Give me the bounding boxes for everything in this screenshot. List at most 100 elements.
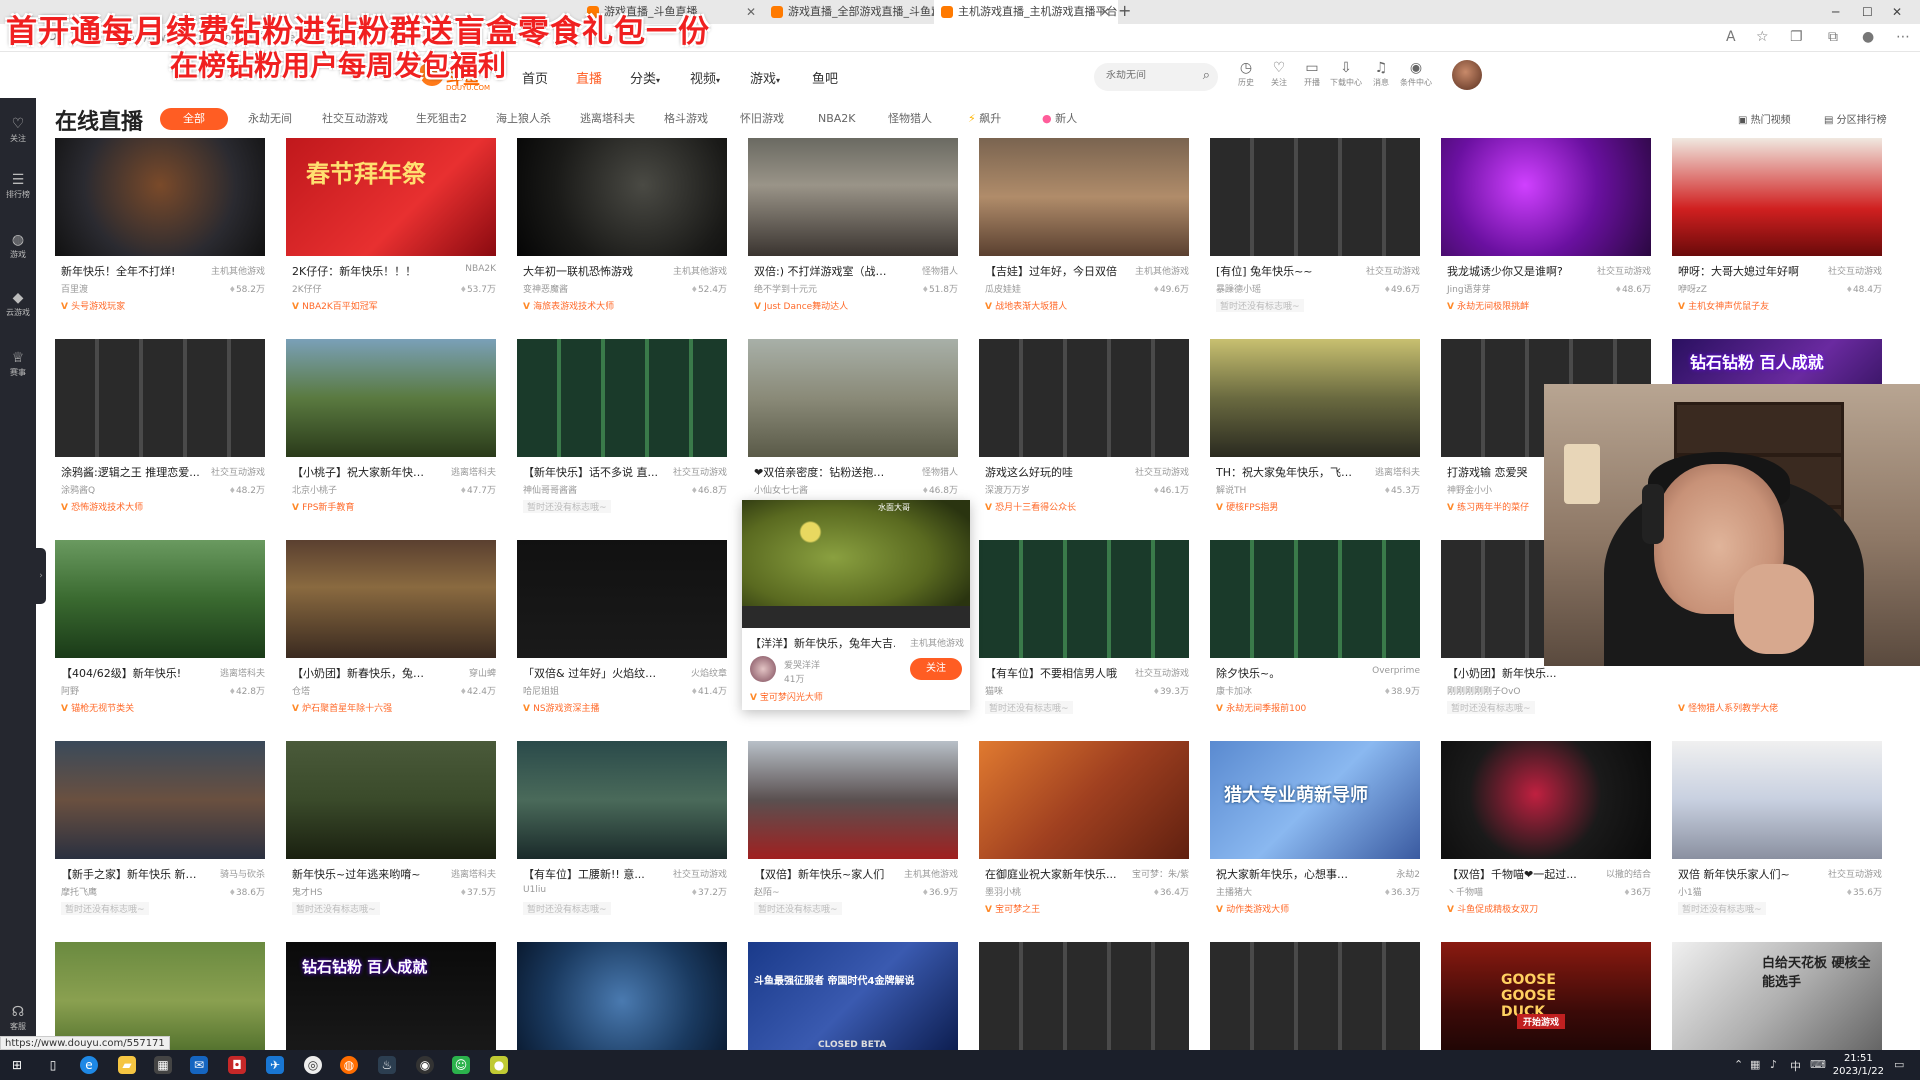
live-thumbnail[interactable]	[517, 138, 727, 256]
firefox-icon[interactable]: ◍	[340, 1056, 358, 1074]
live-thumbnail[interactable]	[1210, 942, 1420, 1050]
live-thumbnail[interactable]	[979, 540, 1189, 658]
live-thumbnail[interactable]: 白给天花板 硬核全能选手	[1672, 942, 1882, 1050]
app-icon[interactable]: ●	[490, 1056, 508, 1074]
streamer-name[interactable]: 爱哭洋洋	[784, 658, 820, 671]
streamer-name[interactable]: 解说TH	[1216, 483, 1246, 496]
live-thumbnail[interactable]	[286, 339, 496, 457]
category-chip-all[interactable]: 全部	[160, 108, 228, 130]
live-thumbnail[interactable]	[55, 741, 265, 859]
live-thumbnail[interactable]	[517, 540, 727, 658]
streamer-avatar[interactable]	[750, 656, 776, 682]
store-icon[interactable]: ▦	[154, 1056, 172, 1074]
live-thumbnail[interactable]	[1441, 741, 1651, 859]
browser-tab-active[interactable]: 主机游戏直播_主机游戏直播平台 ✕	[934, 0, 1118, 24]
messages-button[interactable]: ♫ 消息	[1361, 60, 1401, 88]
mail-icon[interactable]: ✉	[190, 1056, 208, 1074]
live-thumbnail[interactable]: 春节拜年祭	[286, 138, 496, 256]
live-thumbnail[interactable]	[55, 540, 265, 658]
windows-start-icon[interactable]: ⊞	[8, 1056, 26, 1074]
live-room-card[interactable]: 「双倍& 过年好」火焰纹章新... 火焰纹章哈尼姐姐 41.4万 V NS游戏资深主播	[517, 540, 727, 722]
streamer-name[interactable]: 仓塔	[292, 684, 310, 697]
streamer-name[interactable]: 哈尼姐姐	[523, 684, 559, 697]
category-chip[interactable]: NBA2K	[818, 108, 856, 130]
live-thumbnail[interactable]	[55, 942, 265, 1050]
ime-icon[interactable]: 中	[1790, 1058, 1801, 1074]
streamer-name[interactable]: 2K仔仔	[292, 282, 322, 295]
live-thumbnail[interactable]	[979, 339, 1189, 457]
collections-icon[interactable]: ❐	[1790, 29, 1803, 45]
favorite-icon[interactable]: ☆	[1756, 29, 1769, 45]
live-thumbnail[interactable]	[286, 741, 496, 859]
live-thumbnail[interactable]	[55, 138, 265, 256]
streamer-name[interactable]: 摩托飞鹰	[61, 885, 97, 898]
live-room-card[interactable]: 白给天花板 硬核全能选手祝大家：兔年吉祥~搭科夫...	[1672, 942, 1882, 1050]
sidebar-item-support[interactable]: ☊ 客服	[0, 1004, 36, 1032]
streamer-name[interactable]: 百里渡	[61, 282, 88, 295]
live-room-card[interactable]: 在御庭业祝大家新年快乐... 宝可梦：朱/紫墨羽小桃 36.4万 V 宝可梦之王	[979, 741, 1189, 923]
live-room-card[interactable]: 【有车位】工腰新!! 意... 社交互动游戏 U1liu 37.2万暂时还没有标志哦~	[517, 741, 727, 923]
new-tab-icon[interactable]: +	[1118, 0, 1131, 22]
close-window-icon[interactable]: ✕	[1892, 0, 1902, 24]
streamer-name[interactable]: U1liu	[523, 885, 546, 895]
live-room-card[interactable]: 猎大专业萌新导师祝大家新年快乐，心想事成。S... 永劫2 主播猪大 36.3万 V 动…	[1210, 741, 1420, 923]
browser-tab[interactable]: 游戏直播_全部游戏直播_斗鱼直播✕	[764, 0, 948, 24]
live-thumbnail[interactable]	[1210, 138, 1420, 256]
live-room-card[interactable]: 【小奶团】新春快乐，兔年暴富 穿山蜱仓塔 42.4万 V 炉石聚首星年除十六强	[286, 540, 496, 722]
nav-live[interactable]: 直播	[576, 68, 602, 87]
live-thumbnail[interactable]	[517, 339, 727, 457]
live-thumbnail[interactable]	[1210, 540, 1420, 658]
read-aloud-icon[interactable]: A	[1726, 29, 1736, 45]
streamer-name[interactable]: 深渡万万岁	[985, 483, 1030, 496]
streamer-name[interactable]: 康卡加冰	[1216, 684, 1252, 697]
hot-videos-link[interactable]: ▣ 热门视频	[1738, 111, 1791, 126]
streamer-name[interactable]: 暴躁德小瑶	[1216, 282, 1261, 295]
category-chip[interactable]: 格斗游戏	[664, 108, 708, 130]
category-chip[interactable]: 社交互动游戏	[322, 108, 388, 130]
nav-video[interactable]: 视频▾	[690, 68, 720, 87]
streamer-name[interactable]: 丶千物喵	[1447, 885, 1483, 898]
app-icon[interactable]: ✈	[266, 1056, 284, 1074]
live-thumbnail[interactable]	[1672, 138, 1882, 256]
live-thumbnail[interactable]	[1672, 741, 1882, 859]
more-icon[interactable]: ⋯	[1896, 29, 1910, 45]
live-room-card[interactable]: 钻石钻粉 百人成就★过年好 双倍亲密度★马里奥制造	[286, 942, 496, 1050]
streamer-name[interactable]: 刚刚刚刚刚子OvO	[1447, 684, 1521, 697]
file-explorer-icon[interactable]: ▰	[118, 1056, 136, 1074]
sidebar-item-games[interactable]: ◍ 游戏	[0, 232, 36, 260]
sidebar-item-cloud-games[interactable]: ◆ 云游戏	[0, 290, 36, 318]
nav-home[interactable]: 首页	[522, 68, 548, 87]
streamer-name[interactable]: 神仙哥哥酱酱	[523, 483, 577, 496]
category-chip[interactable]: 海上狼人杀	[496, 108, 551, 130]
streamer-name[interactable]: 鬼才HS	[292, 885, 322, 898]
chrome-icon[interactable]: ◎	[304, 1056, 322, 1074]
notification-icon[interactable]: ▭	[1894, 1058, 1904, 1071]
live-thumbnail[interactable]: 钻石钻粉 百人成就	[286, 942, 496, 1050]
live-room-card[interactable]: 【404/62级】新年快乐! 逃离塔科夫阿野 42.8万 V 锚枪无视节类关	[55, 540, 265, 722]
user-avatar[interactable]	[1452, 60, 1482, 90]
streamer-name[interactable]: 瓜皮娃娃	[985, 282, 1021, 295]
follow-button[interactable]: 关注	[910, 658, 962, 680]
live-thumbnail[interactable]	[979, 942, 1189, 1050]
live-thumbnail[interactable]	[979, 138, 1189, 256]
live-room-card[interactable]: 双倍 新年快乐家人们~ 社交互动游戏小1猫 35.6万暂时还没有标志哦~	[1672, 741, 1882, 923]
nav-category[interactable]: 分类▾	[630, 68, 660, 87]
live-room-card[interactable]: 黄金双倍!心心心新春快乐社交互动游戏	[517, 942, 727, 1050]
maximize-icon[interactable]: ☐	[1862, 0, 1873, 24]
network-icon[interactable]: ▦	[1750, 1058, 1760, 1071]
nav-games[interactable]: 游戏▾	[750, 68, 780, 87]
download-button[interactable]: ⇩ 下载中心	[1326, 60, 1366, 88]
streamer-name[interactable]: 北京小桃子	[292, 483, 337, 496]
system-clock[interactable]: 21:51 2023/1/22	[1833, 1052, 1884, 1078]
live-thumbnail[interactable]	[748, 741, 958, 859]
live-room-card[interactable]: 斗鱼最强征服者 帝国时代4金牌解说CLOSED BETA谢谢大家给我新年等运的开…	[748, 942, 958, 1050]
extensions-icon[interactable]: ⧉	[1828, 29, 1838, 45]
live-thumbnail[interactable]	[55, 339, 265, 457]
task-center-button[interactable]: ◉ 条件中心	[1396, 60, 1436, 88]
live-room-card[interactable]: 李白：水泥快化！讲罗辑...社交互动游戏	[1210, 942, 1420, 1050]
live-room-card[interactable]: 我龙城诱少你又是谁啊? 社交互动游戏 Jing语芽芽 48.6万 V 永劫无间极限挑衅	[1441, 138, 1651, 320]
live-thumbnail[interactable]: 斗鱼最强征服者 帝国时代4金牌解说 CLOSED BETA	[748, 942, 958, 1050]
live-thumbnail[interactable]: GOOSE GOOSE DUCK 开始游戏	[1441, 942, 1651, 1050]
live-room-card[interactable]: 【有车位】不要相信男人哦 社交互动游戏猫咪 39.3万暂时还没有标志哦~	[979, 540, 1189, 722]
live-room-card[interactable]: TH：祝大家兔年快乐，飞黄... 逃离塔科夫解说TH 45.3万 V 硬核FPS指男	[1210, 339, 1420, 521]
